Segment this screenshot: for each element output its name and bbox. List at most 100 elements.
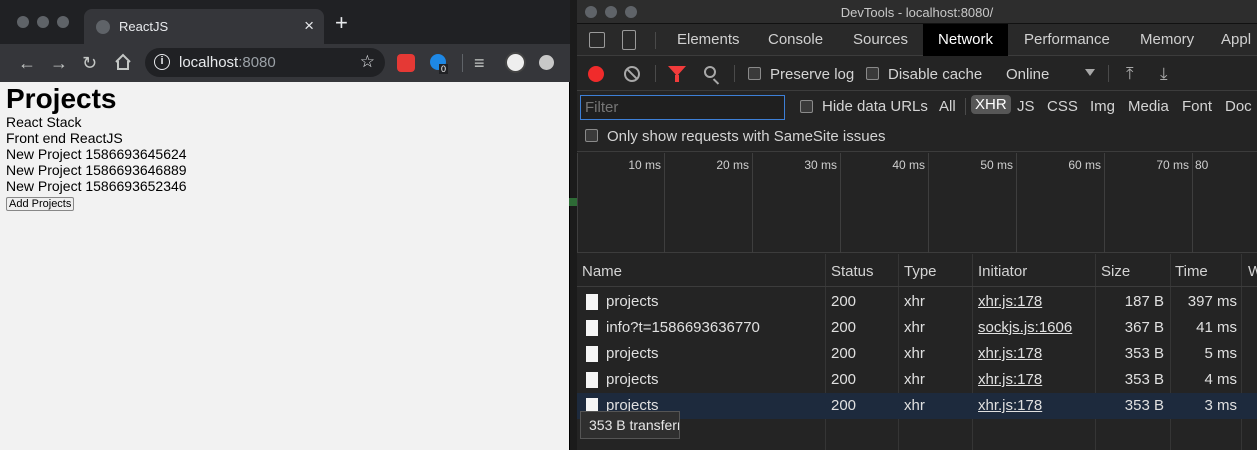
search-icon[interactable] [704, 66, 716, 78]
throttling-select[interactable]: Online [1006, 66, 1049, 83]
tab-network[interactable]: Network [923, 24, 1009, 56]
tab-application[interactable]: Appl [1221, 31, 1251, 48]
request-size: 353 B [1124, 345, 1164, 362]
add-projects-button[interactable]: Add Projects [6, 197, 75, 211]
device-toolbar-icon[interactable] [622, 30, 636, 50]
column-header-waterfall[interactable]: W [1248, 263, 1257, 280]
request-initiator[interactable]: sockjs.js:1606 [978, 319, 1072, 336]
extension-menu-icon[interactable] [539, 55, 554, 70]
project-item: New Project 1586693652346 [6, 178, 187, 194]
request-initiator[interactable]: xhr.js:178 [978, 371, 1042, 388]
close-window-icon[interactable] [17, 16, 29, 28]
site-info-icon[interactable]: i [154, 54, 170, 70]
import-har-icon[interactable]: ⤒ [1126, 65, 1134, 82]
request-name: projects [606, 293, 659, 310]
request-time: 41 ms [1196, 319, 1237, 336]
reload-icon[interactable]: ↻ [82, 52, 97, 74]
samesite-checkbox[interactable] [585, 129, 598, 142]
tab-memory[interactable]: Memory [1140, 31, 1194, 48]
tab-sources[interactable]: Sources [853, 31, 908, 48]
tab-performance[interactable]: Performance [1024, 31, 1110, 48]
back-icon[interactable]: ← [18, 52, 36, 74]
extension-badge: 0 [439, 64, 449, 74]
new-tab-button[interactable]: + [335, 12, 348, 34]
project-item: New Project 1586693646889 [6, 162, 187, 178]
record-icon[interactable] [588, 66, 604, 82]
tab-elements[interactable]: Elements [677, 31, 740, 48]
adblock-extension-icon[interactable] [397, 54, 415, 72]
request-size: 353 B [1124, 397, 1164, 414]
column-header-size[interactable]: Size [1101, 263, 1130, 280]
document-icon [586, 372, 598, 388]
table-row[interactable]: projects 200 xhr xhr.js:178 353 B 5 ms [577, 341, 1257, 367]
filter-divider [965, 98, 966, 115]
hide-data-urls-label: Hide data URLs [822, 98, 928, 115]
column-header-name[interactable]: Name [582, 263, 622, 280]
timeline-gridline [1016, 153, 1017, 253]
filter-type-css[interactable]: CSS [1047, 98, 1078, 115]
request-initiator[interactable]: xhr.js:178 [978, 397, 1042, 414]
table-row[interactable]: projects 200 xhr xhr.js:178 353 B 4 ms [577, 367, 1257, 393]
table-row[interactable]: info?t=1586693636770 200 xhr sockjs.js:1… [577, 315, 1257, 341]
filter-type-font[interactable]: Font [1182, 98, 1212, 115]
clear-icon[interactable] [624, 66, 640, 82]
toolbar-divider [462, 54, 463, 72]
profile-avatar[interactable] [505, 52, 526, 73]
tab-strip: ReactJS × + [0, 0, 570, 44]
home-icon[interactable] [114, 53, 132, 71]
request-time: 4 ms [1204, 371, 1237, 388]
request-type: xhr [904, 319, 925, 336]
filter-input[interactable] [580, 95, 785, 120]
network-overview-timeline[interactable]: 10 ms 20 ms 30 ms 40 ms 50 ms 60 ms 70 m… [569, 153, 1257, 253]
request-initiator[interactable]: xhr.js:178 [978, 345, 1042, 362]
timeline-tick-label: 60 ms [1068, 158, 1101, 172]
forward-icon[interactable]: → [50, 52, 68, 74]
tab-close-icon[interactable]: × [304, 16, 314, 36]
url-text: localhost:8080 [179, 54, 276, 71]
bookmark-star-icon[interactable]: ☆ [360, 52, 375, 72]
timeline-tick-label: 30 ms [804, 158, 837, 172]
timeline-gridline [577, 153, 578, 253]
filter-type-xhr[interactable]: XHR [971, 95, 1011, 114]
request-time: 5 ms [1204, 345, 1237, 362]
minimize-window-icon[interactable] [37, 16, 49, 28]
timeline-tick-label: 50 ms [980, 158, 1013, 172]
timeline-gridline [928, 153, 929, 253]
export-har-icon[interactable]: ⤓ [1160, 65, 1168, 82]
request-size: 367 B [1124, 319, 1164, 336]
browser-tab[interactable]: ReactJS × [84, 9, 324, 44]
address-bar[interactable]: i localhost:8080 ☆ [145, 48, 385, 77]
filter-type-all[interactable]: All [939, 98, 956, 115]
filter-icon[interactable] [668, 66, 686, 82]
hide-data-urls-checkbox[interactable] [800, 100, 813, 113]
filter-type-img[interactable]: Img [1090, 98, 1115, 115]
request-status: 200 [831, 319, 857, 336]
samesite-label: Only show requests with SameSite issues [607, 128, 886, 145]
timeline-tick-label: 10 ms [628, 158, 661, 172]
disable-cache-checkbox[interactable] [866, 67, 879, 80]
column-header-time[interactable]: Time [1175, 263, 1208, 280]
timeline-tick-label: 40 ms [892, 158, 925, 172]
tab-console[interactable]: Console [768, 31, 823, 48]
project-item: React Stack [6, 114, 82, 130]
table-header: Name Status Type Initiator Size Time W [577, 254, 1257, 287]
column-header-initiator[interactable]: Initiator [978, 263, 1027, 280]
maximize-window-icon[interactable] [57, 16, 69, 28]
dropdown-arrow-icon[interactable] [1085, 69, 1095, 76]
document-icon [586, 346, 598, 362]
preserve-log-checkbox[interactable] [748, 67, 761, 80]
request-time: 3 ms [1204, 397, 1237, 414]
media-controls-icon[interactable]: ≡ [474, 52, 485, 74]
filter-type-js[interactable]: JS [1017, 98, 1035, 115]
column-header-type[interactable]: Type [904, 263, 937, 280]
request-initiator[interactable]: xhr.js:178 [978, 293, 1042, 310]
document-icon [586, 320, 598, 336]
timeline-gridline [752, 153, 753, 253]
filter-type-doc[interactable]: Doc [1225, 98, 1252, 115]
request-name: projects [606, 345, 659, 362]
inspect-element-icon[interactable] [589, 32, 605, 48]
table-row[interactable]: projects 200 xhr xhr.js:178 187 B 397 ms [577, 289, 1257, 315]
filter-type-media[interactable]: Media [1128, 98, 1169, 115]
column-header-status[interactable]: Status [831, 263, 874, 280]
filter-bar: Hide data URLs All XHR JS CSS Img Media … [577, 92, 1257, 152]
